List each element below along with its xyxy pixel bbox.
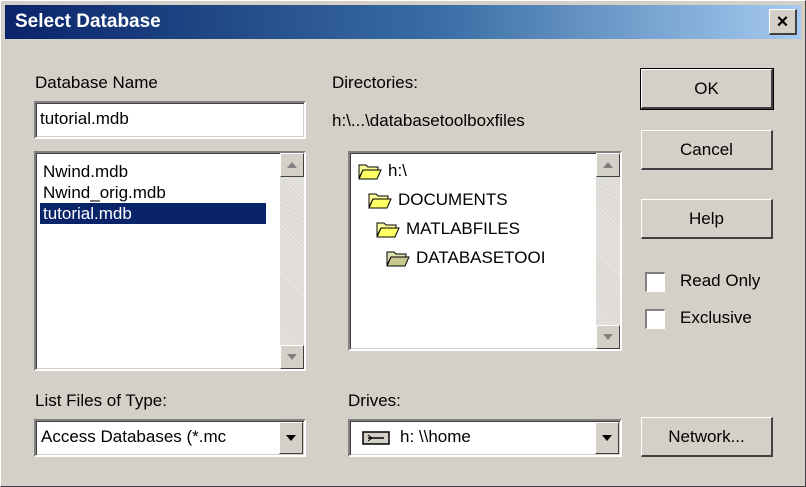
network-drive-icon (362, 431, 390, 445)
help-button[interactable]: Help (641, 199, 773, 239)
list-item[interactable]: Nwind_orig.mdb (40, 182, 169, 203)
read-only-label: Read Only (680, 271, 761, 290)
drives-combobox[interactable]: h: \\home (348, 419, 622, 457)
current-directory-path: h:\...\databasetoolboxfiles (332, 111, 525, 130)
list-item[interactable]: Nwind.mdb (40, 161, 131, 182)
cancel-button[interactable]: Cancel (641, 130, 773, 170)
directory-scrollbar[interactable] (596, 153, 620, 349)
exclusive-checkbox[interactable] (645, 309, 665, 329)
directory-tree[interactable]: h:\ DOCUMENTS MATLABFILES DATABASETOOI (348, 151, 622, 351)
dir-item-root[interactable]: h:\ (358, 161, 407, 181)
close-icon: × (776, 10, 789, 33)
dir-label: h:\ (388, 161, 407, 180)
dialog-title: Select Database (15, 11, 161, 32)
drives-dropdown-button[interactable] (595, 422, 619, 454)
database-name-input[interactable]: tutorial.mdb (34, 101, 306, 139)
open-folder-icon (386, 251, 410, 267)
dir-item-documents[interactable]: DOCUMENTS (368, 190, 508, 210)
ok-button[interactable]: OK (640, 68, 774, 110)
file-list-scrollbar[interactable] (280, 153, 304, 369)
network-button[interactable]: Network... (641, 417, 773, 457)
dir-label: DOCUMENTS (398, 190, 508, 209)
file-type-value: Access Databases (*.mc (41, 427, 227, 446)
open-folder-icon (376, 222, 400, 238)
arrow-down-icon (287, 354, 297, 360)
dir-item-databasetoolbox[interactable]: DATABASETOOI (386, 248, 545, 268)
file-type-dropdown-button[interactable] (279, 422, 303, 454)
drive-value: h: \\home (400, 427, 471, 446)
scroll-up-button[interactable] (596, 153, 620, 177)
open-folder-icon (368, 193, 392, 209)
dir-label: MATLABFILES (406, 219, 520, 238)
dir-label: DATABASETOOI (416, 248, 546, 267)
file-type-combobox[interactable]: Access Databases (*.mc (34, 419, 306, 457)
arrow-up-icon (603, 162, 613, 168)
exclusive-label: Exclusive (680, 308, 752, 327)
database-name-value: tutorial.mdb (40, 109, 129, 128)
chevron-down-icon (602, 435, 612, 441)
chevron-down-icon (286, 435, 296, 441)
read-only-checkbox[interactable] (645, 272, 665, 292)
directories-label: Directories: (332, 73, 418, 92)
open-folder-icon (358, 164, 382, 180)
scroll-down-button[interactable] (596, 325, 620, 349)
arrow-up-icon (287, 162, 297, 168)
list-item-selected[interactable]: tutorial.mdb (40, 203, 266, 224)
arrow-down-icon (603, 334, 613, 340)
select-database-dialog: Select Database × Database Name tutorial… (0, 0, 806, 487)
database-name-label: Database Name (35, 73, 158, 92)
file-listbox[interactable]: Nwind.mdb Nwind_orig.mdb tutorial.mdb (34, 151, 306, 371)
scroll-down-button[interactable] (280, 345, 304, 369)
scroll-up-button[interactable] (280, 153, 304, 177)
file-type-label: List Files of Type: (35, 391, 167, 410)
close-button[interactable]: × (769, 9, 797, 35)
dir-item-matlabfiles[interactable]: MATLABFILES (376, 219, 520, 239)
drives-label: Drives: (348, 391, 401, 410)
title-bar[interactable]: Select Database × (5, 5, 801, 39)
